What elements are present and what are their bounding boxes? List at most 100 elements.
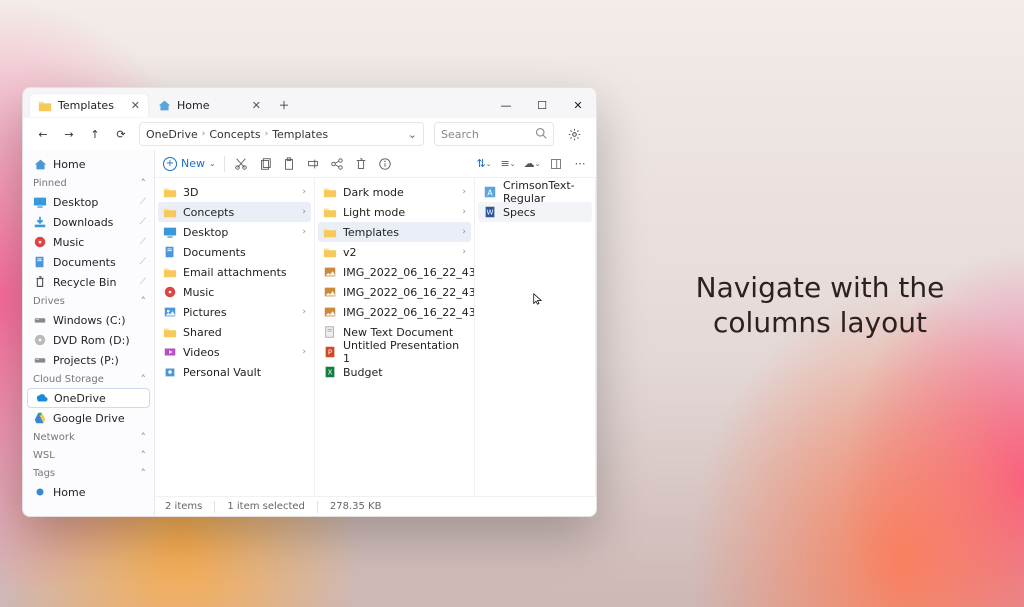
list-item[interactable]: Personal Vault bbox=[155, 362, 314, 382]
item-label: Email attachments bbox=[183, 266, 287, 279]
chevron-right-icon: › bbox=[202, 129, 206, 139]
sidebar-group-header[interactable]: Tags˄ bbox=[23, 464, 154, 482]
up-button[interactable]: ↑ bbox=[87, 126, 103, 142]
nav-row: ← → ↑ ⟳ OneDrive › Concepts › Templates … bbox=[23, 118, 596, 150]
chevron-right-icon: › bbox=[462, 227, 466, 237]
info-icon[interactable] bbox=[377, 156, 393, 172]
pin-icon: ⟋ bbox=[140, 197, 146, 207]
group-title: Network bbox=[33, 432, 75, 443]
breadcrumb-seg[interactable]: Templates bbox=[272, 128, 328, 141]
sidebar-item-label: OneDrive bbox=[54, 392, 106, 405]
cut-icon[interactable] bbox=[233, 156, 249, 172]
minimize-button[interactable]: — bbox=[488, 91, 524, 119]
file-explorer-window: Templates ✕ Home ✕ ＋ — ☐ ✕ ← → ↑ ⟳ OneDr… bbox=[22, 87, 597, 517]
columns-view: 3D›Concepts›Desktop›Documents Email attac… bbox=[155, 178, 596, 496]
list-item[interactable]: WSpecs bbox=[478, 202, 592, 222]
sidebar-item-label: DVD Rom (D:) bbox=[53, 334, 130, 347]
item-label: Dark mode bbox=[343, 186, 404, 199]
ppt-icon: P bbox=[323, 345, 337, 359]
sidebar-home[interactable]: Home bbox=[23, 154, 154, 174]
sidebar-group-header[interactable]: Cloud Storage˄ bbox=[23, 370, 154, 388]
list-item[interactable]: PUntitled Presentation 1 bbox=[315, 342, 474, 362]
list-item[interactable]: v2› bbox=[315, 242, 474, 262]
list-item[interactable]: IMG_2022_06_16_22_43 bbox=[315, 302, 474, 322]
breadcrumb-seg[interactable]: Concepts bbox=[209, 128, 260, 141]
share-icon[interactable] bbox=[329, 156, 345, 172]
vault-icon bbox=[163, 365, 177, 379]
cloud-icon[interactable]: ☁⌄ bbox=[524, 156, 540, 172]
tab-close-icon[interactable]: ✕ bbox=[252, 99, 261, 112]
sidebar-item[interactable]: DVD Rom (D:) bbox=[23, 330, 154, 350]
view-icon[interactable]: ≡⌄ bbox=[500, 156, 516, 172]
folder-icon bbox=[163, 265, 177, 279]
chevron-up-icon: ˄ bbox=[141, 177, 147, 190]
list-item[interactable]: A CrimsonText-Regular bbox=[475, 182, 595, 202]
sort-icon[interactable]: ⇅⌄ bbox=[476, 156, 492, 172]
refresh-button[interactable]: ⟳ bbox=[113, 126, 129, 142]
status-selected: 1 item selected bbox=[227, 501, 305, 512]
sidebar-item[interactable]: Recycle Bin⟋ bbox=[23, 272, 154, 292]
list-item[interactable]: Email attachments bbox=[155, 262, 314, 282]
copy-icon[interactable] bbox=[257, 156, 273, 172]
rename-icon[interactable] bbox=[305, 156, 321, 172]
sidebar-item[interactable]: Desktop⟋ bbox=[23, 192, 154, 212]
preview-icon[interactable] bbox=[548, 156, 564, 172]
sidebar-group-header[interactable]: Network˄ bbox=[23, 428, 154, 446]
list-item[interactable]: XBudget bbox=[315, 362, 474, 382]
close-button[interactable]: ✕ bbox=[560, 91, 596, 119]
new-button[interactable]: + New ⌄ bbox=[163, 157, 216, 171]
svg-text:A: A bbox=[487, 189, 493, 198]
forward-button[interactable]: → bbox=[61, 126, 77, 142]
sidebar-item[interactable]: Downloads⟋ bbox=[23, 212, 154, 232]
breadcrumb-seg[interactable]: OneDrive bbox=[146, 128, 198, 141]
list-item[interactable]: Desktop› bbox=[155, 222, 314, 242]
item-label: CrimsonText-Regular bbox=[503, 179, 587, 205]
list-item[interactable]: Templates› bbox=[318, 222, 471, 242]
folder-icon bbox=[163, 205, 177, 219]
list-item[interactable]: 3D› bbox=[155, 182, 314, 202]
paste-icon[interactable] bbox=[281, 156, 297, 172]
list-item[interactable]: Dark mode› bbox=[315, 182, 474, 202]
sidebar-group-header[interactable]: Drives˄ bbox=[23, 292, 154, 310]
maximize-button[interactable]: ☐ bbox=[524, 91, 560, 119]
list-item[interactable]: IMG_2022_06_16_22_43 bbox=[315, 262, 474, 282]
list-item[interactable]: IMG_2022_06_16_22_43 bbox=[315, 282, 474, 302]
chevron-up-icon: ˄ bbox=[141, 295, 147, 308]
sidebar-item[interactable]: Documents⟋ bbox=[23, 252, 154, 272]
sidebar-item[interactable]: OneDrive bbox=[27, 388, 150, 408]
item-label: New Text Document bbox=[343, 326, 453, 339]
tab-templates[interactable]: Templates ✕ bbox=[29, 93, 149, 117]
folder-icon bbox=[323, 225, 337, 239]
sidebar-item[interactable]: Windows (C:) bbox=[23, 310, 154, 330]
status-count: 2 items bbox=[165, 501, 202, 512]
list-item[interactable]: Concepts› bbox=[158, 202, 311, 222]
chevron-down-icon[interactable]: ⌄ bbox=[408, 128, 417, 141]
documents-icon bbox=[33, 255, 47, 269]
sidebar-item[interactable]: Music⟋ bbox=[23, 232, 154, 252]
address-bar[interactable]: OneDrive › Concepts › Templates ⌄ bbox=[139, 122, 424, 146]
tab-close-icon[interactable]: ✕ bbox=[131, 99, 140, 112]
folder-icon bbox=[323, 245, 337, 259]
back-button[interactable]: ← bbox=[35, 126, 51, 142]
tab-home[interactable]: Home ✕ bbox=[149, 93, 269, 117]
list-item[interactable]: Shared bbox=[155, 322, 314, 342]
sidebar-group-header[interactable]: Pinned˄ bbox=[23, 174, 154, 192]
sidebar-item[interactable]: Projects (P:) bbox=[23, 350, 154, 370]
list-item[interactable]: Pictures› bbox=[155, 302, 314, 322]
sidebar-group-header[interactable]: WSL˄ bbox=[23, 446, 154, 464]
new-tab-button[interactable]: ＋ bbox=[273, 94, 295, 116]
sidebar-item[interactable]: Home bbox=[23, 482, 154, 502]
list-item[interactable]: Documents bbox=[155, 242, 314, 262]
settings-button[interactable] bbox=[564, 128, 584, 141]
delete-icon[interactable] bbox=[353, 156, 369, 172]
tag-icon bbox=[33, 485, 47, 499]
more-icon[interactable]: ⋯ bbox=[572, 156, 588, 172]
list-item[interactable]: Videos› bbox=[155, 342, 314, 362]
list-item[interactable]: Music bbox=[155, 282, 314, 302]
desktop-icon bbox=[33, 195, 47, 209]
search-input[interactable]: Search bbox=[434, 122, 554, 146]
sidebar-item[interactable]: Google Drive bbox=[23, 408, 154, 428]
list-item[interactable]: Light mode› bbox=[315, 202, 474, 222]
chevron-right-icon: › bbox=[302, 187, 306, 197]
sidebar: Home Pinned˄Desktop⟋Downloads⟋Music⟋Docu… bbox=[23, 150, 155, 516]
